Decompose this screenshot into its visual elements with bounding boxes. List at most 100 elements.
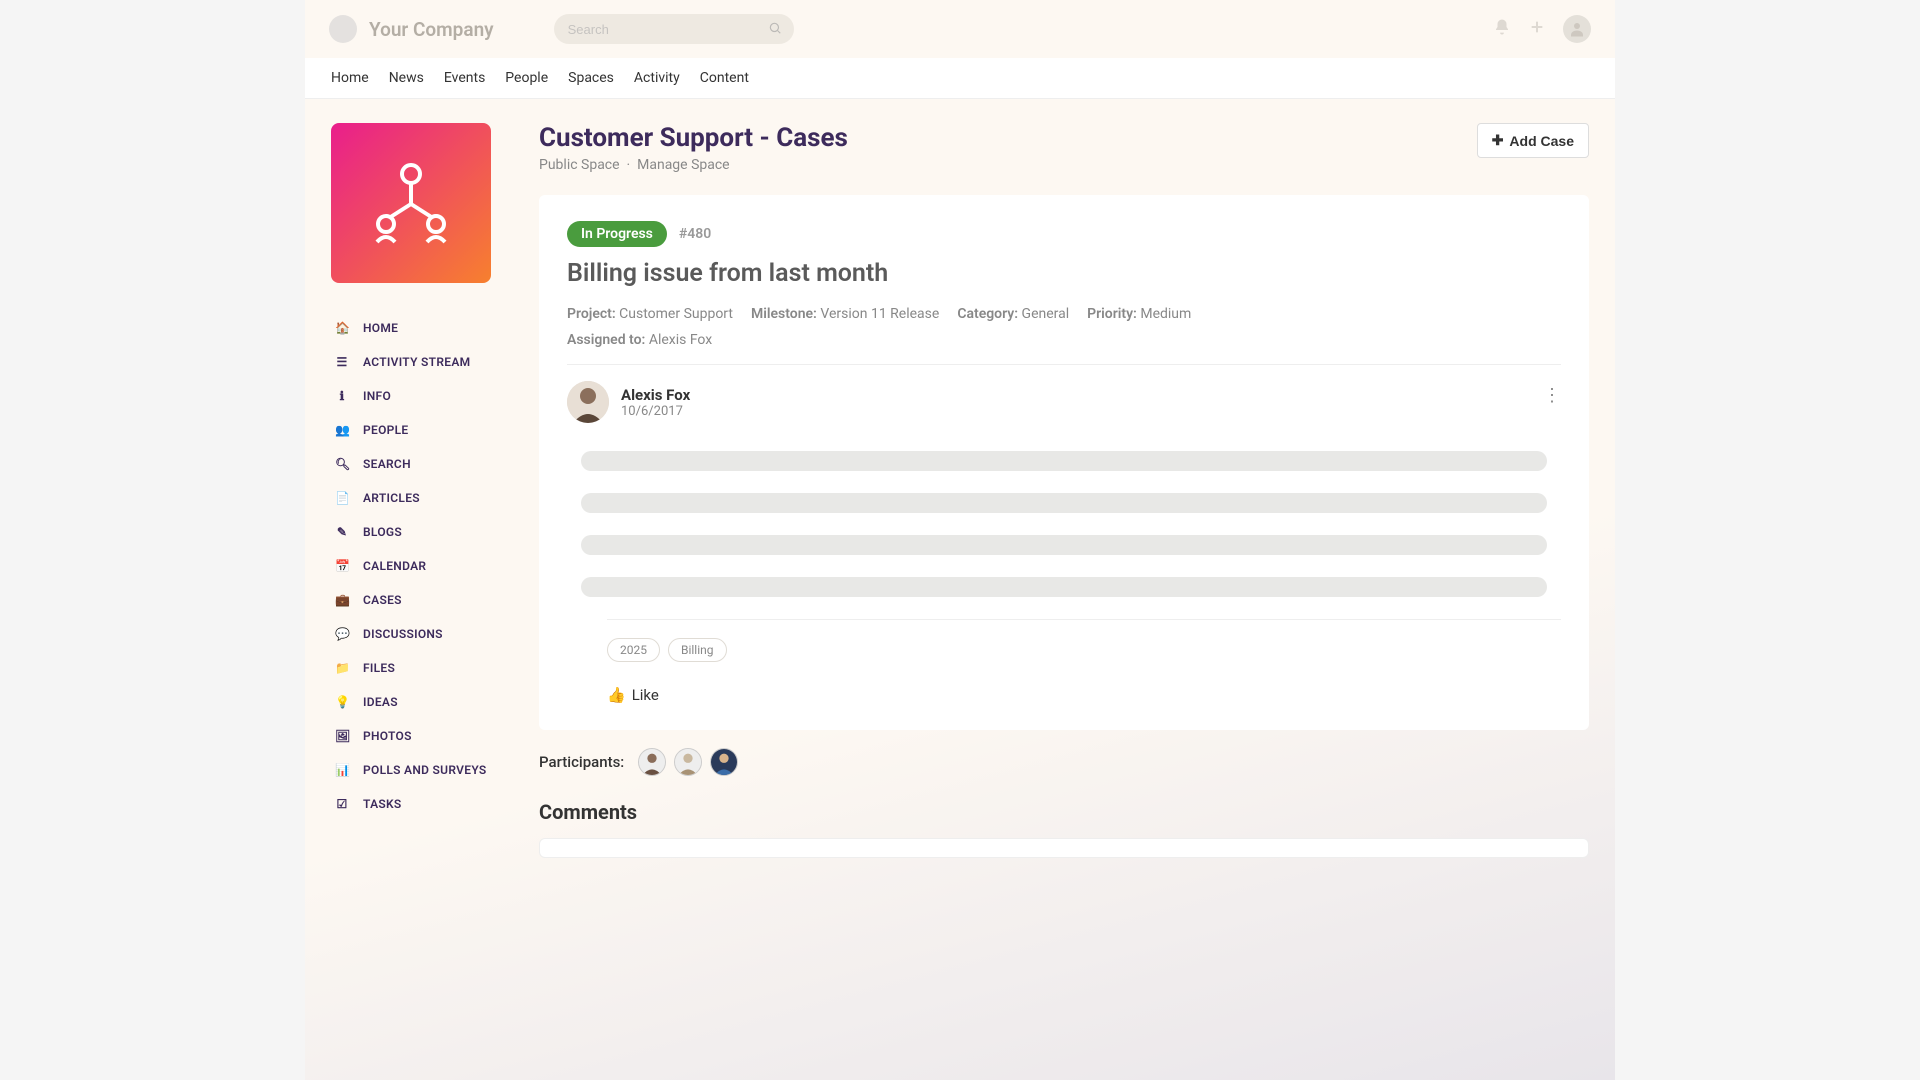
side-nav: 🏠 HOME ☰ ACTIVITY STREAM ℹINFO 👥 PEOPLE 🔍︎ S… [331,311,511,821]
sidebar-item-label: HOME [363,321,398,335]
nav-content[interactable]: Content [700,70,749,86]
main-nav: Home News Events People Spaces Activity … [305,58,1615,99]
case-title: Billing issue from last month [567,259,1561,288]
nav-spaces[interactable]: Spaces [568,70,614,86]
sidebar-item-photos[interactable]: 🖼 PHOTOS [331,719,511,753]
add-case-button[interactable]: ✚ Add Case [1477,123,1589,158]
home-icon: 🏠 [335,321,349,335]
sidebar-item-label: ARTICLES [363,491,420,505]
plus-icon[interactable] [1529,19,1545,39]
sidebar-item-info[interactable]: ℹINFO [331,379,511,413]
search-icon: 🔍︎ [335,457,349,471]
search-box [554,14,794,44]
sidebar-item-home[interactable]: 🏠 HOME [331,311,511,345]
sidebar-item-label: BLOGS [363,525,402,539]
tags-row: 2025 Billing [607,638,1561,662]
participant-avatar[interactable] [710,748,738,776]
photo-icon: 🖼 [335,729,349,743]
sidebar-item-label: DISCUSSIONS [363,627,443,641]
like-button[interactable]: 👍 Like [607,686,659,704]
case-body [567,451,1561,597]
nav-activity[interactable]: Activity [634,70,680,86]
participant-avatar[interactable] [674,748,702,776]
bell-icon[interactable] [1493,18,1511,40]
sidebar-item-label: SEARCH [363,457,411,471]
placeholder-line [581,577,1547,597]
sidebar-item-articles[interactable]: 📄 ARTICLES [331,481,511,515]
people-icon: 👥 [335,423,349,437]
folder-icon: 📁 [335,661,349,675]
page-meta: Public Space · Manage Space [539,157,848,173]
nav-people[interactable]: People [505,70,548,86]
divider [567,364,1561,365]
sidebar-item-discussions[interactable]: 💬DISCUSSIONS [331,617,511,651]
company-name: Your Company [369,18,494,41]
logo-circle-icon [329,15,357,43]
sidebar-item-cases[interactable]: 💼 CASES [331,583,511,617]
page-header: Customer Support - Cases Public Space · … [539,123,1589,173]
sidebar-item-label: ACTIVITY STREAM [363,355,470,369]
participants-label: Participants: [539,753,624,771]
comments-box[interactable] [539,838,1589,858]
sidebar-item-blogs[interactable]: ✎ BLOGS [331,515,511,549]
sidebar-item-ideas[interactable]: 💡IDEAS [331,685,511,719]
sidebar-item-label: CASES [363,593,402,607]
author-avatar[interactable] [567,381,609,423]
tag[interactable]: 2025 [607,638,660,662]
sidebar-item-label: PEOPLE [363,423,409,437]
plus-circle-icon: ✚ [1492,132,1504,149]
sidebar-item-label: CALENDAR [363,559,426,573]
tag[interactable]: Billing [668,638,727,662]
logo-area: Your Company [329,15,494,43]
comments-title: Comments [539,800,1589,824]
sidebar-item-files[interactable]: 📁 FILES [331,651,511,685]
sidebar-item-search[interactable]: 🔍︎ SEARCH [331,447,511,481]
sidebar-item-polls[interactable]: 📊 POLLS AND SURVEYS [331,753,511,787]
sidebar-item-tasks[interactable]: ☑TASKS [331,787,511,821]
top-header: Your Company [305,0,1615,58]
sidebar-item-label: POLLS AND SURVEYS [363,763,487,777]
check-icon: ☑ [335,797,349,811]
user-avatar-icon[interactable] [1563,15,1591,43]
nav-events[interactable]: Events [444,70,485,86]
assigned-value: Alexis Fox [649,332,712,348]
category-label: Category: [957,306,1018,322]
page-title: Customer Support - Cases [539,123,848,153]
sidebar-item-label: PHOTOS [363,729,412,743]
case-id: #480 [679,226,711,242]
nav-home[interactable]: Home [331,70,369,86]
milestone-label: Milestone: [751,306,817,322]
placeholder-line [581,535,1547,555]
sidebar: 🏠 HOME ☰ ACTIVITY STREAM ℹINFO 👥 PEOPLE 🔍︎ S… [331,123,511,858]
priority-value: Medium [1140,306,1191,322]
participants-row: Participants: [539,748,1589,776]
space-type-label: Public Space [539,157,620,173]
sidebar-item-label: IDEAS [363,695,398,709]
search-input[interactable] [568,22,780,37]
author-name[interactable]: Alexis Fox [621,386,690,404]
list-icon: ☰ [335,355,349,369]
sidebar-item-label: INFO [363,389,391,403]
category-value: General [1022,306,1070,322]
participant-avatar[interactable] [638,748,666,776]
blog-icon: ✎ [335,525,349,539]
sidebar-item-label: FILES [363,661,395,675]
search-icon[interactable] [768,20,782,39]
chart-icon: 📊 [335,763,349,777]
article-icon: 📄 [335,491,349,505]
briefcase-icon: 💼 [335,593,349,607]
more-menu-icon[interactable]: ⋮ [1543,385,1561,406]
priority-label: Priority: [1087,306,1137,322]
sidebar-item-activity[interactable]: ☰ ACTIVITY STREAM [331,345,511,379]
add-case-label: Add Case [1509,133,1574,149]
manage-space-link[interactable]: Manage Space [637,157,729,173]
sidebar-item-calendar[interactable]: 📅 CALENDAR [331,549,511,583]
calendar-icon: 📅 [335,559,349,573]
divider [607,619,1561,620]
thumbs-up-icon: 👍 [607,686,626,704]
project-label: Project: [567,306,616,322]
space-logo [331,123,491,283]
project-value: Customer Support [619,306,733,322]
nav-news[interactable]: News [389,70,424,86]
sidebar-item-people[interactable]: 👥 PEOPLE [331,413,511,447]
